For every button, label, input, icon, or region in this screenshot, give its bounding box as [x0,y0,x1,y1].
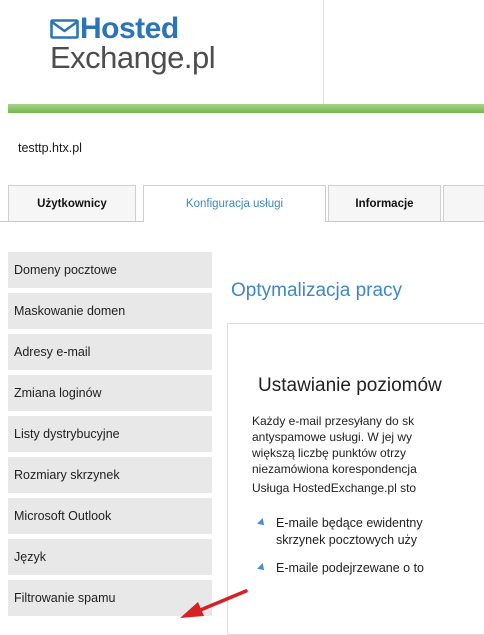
paragraph-line: większą liczbę punktów otrzy [252,446,407,460]
sidebar-item-change-logins[interactable]: Zmiana loginów [8,375,212,411]
annotation-arrow-icon [180,589,248,618]
list-item: E-maile podejrzewane o to [257,560,424,577]
header: Hosted Exchange.pl [0,0,484,113]
intro-paragraph: Każdy e-mail przesyłany do sk antyspamow… [252,413,484,477]
header-band [8,104,484,113]
bullet-text: skrzynek pocztowych uży [276,533,418,547]
tab-users[interactable]: Użytkownicy [8,185,136,221]
sidebar-item-email-addresses[interactable]: Adresy e-mail [8,334,212,370]
envelope-icon [50,19,79,39]
sidebar: Domeny pocztowe Maskowanie domen Adresy … [8,252,212,621]
page-title: Optymalizacja pracy [231,280,403,301]
bullet-text: E-maile podejrzewane o to [276,561,424,575]
service-note: Usługa HostedExchange.pl sto [252,481,417,495]
sidebar-item-mailbox-sizes[interactable]: Rozmiary skrzynek [8,457,212,493]
paragraph-line: Każdy e-mail przesyłany do sk [252,414,415,428]
bullet-arrow-icon [257,518,267,528]
paragraph-line: antyspamowe usługi. W jej wy [252,430,413,444]
account-domain: testtp.htx.pl [18,141,82,155]
bullet-text: E-maile będące ewidentny [276,516,423,530]
bullet-list: E-maile będące ewidentny skrzynek poczto… [257,515,424,588]
sidebar-item-language[interactable]: Język [8,539,212,575]
tab-information[interactable]: Informacje [328,185,441,221]
section-title: Ustawianie poziomów [258,375,442,396]
tab-overflow[interactable] [443,185,484,221]
paragraph-line: niezamówiona korespondencja [252,462,417,476]
content-area: Ustawianie poziomów Każdy e-mail przesył… [230,323,484,619]
logo-text-exchange: Exchange.pl [50,40,216,75]
list-item: E-maile będące ewidentny skrzynek poczto… [257,515,424,549]
bullet-arrow-icon [257,563,267,573]
header-divider [323,0,324,106]
sidebar-item-domain-masking[interactable]: Maskowanie domen [8,293,212,329]
sidebar-item-mail-domains[interactable]: Domeny pocztowe [8,252,212,288]
sidebar-item-microsoft-outlook[interactable]: Microsoft Outlook [8,498,212,534]
tab-service-configuration[interactable]: Konfiguracja usługi [143,185,326,222]
sidebar-item-distribution-lists[interactable]: Listy dystrybucyjne [8,416,212,452]
